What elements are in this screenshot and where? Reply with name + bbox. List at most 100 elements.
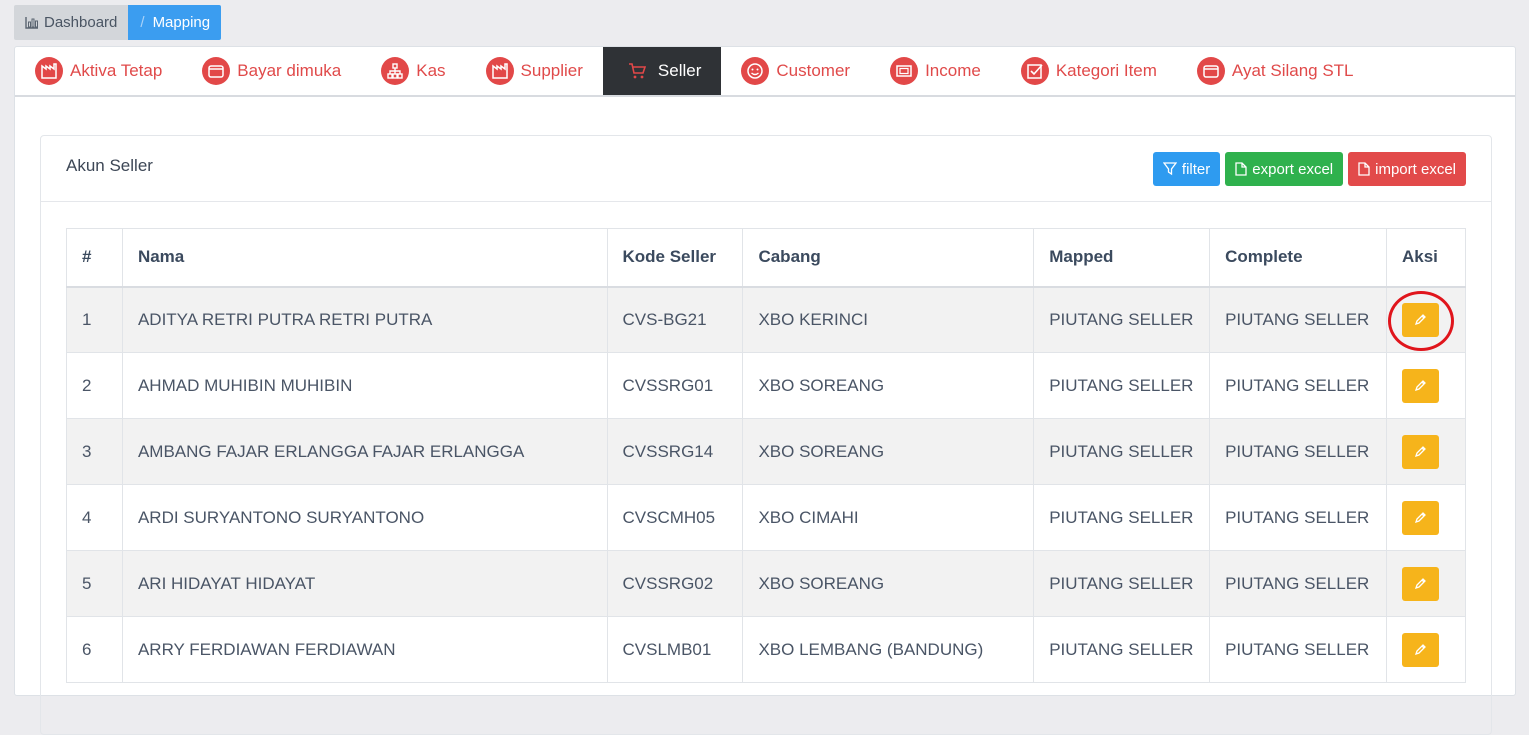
tab-kategori-item[interactable]: Kategori Item xyxy=(1001,47,1177,95)
mapping-panel: Aktiva Tetap Bayar dimuka Kas Supplier S… xyxy=(14,46,1516,735)
tab-income[interactable]: Income xyxy=(870,47,1001,95)
bar-chart-icon xyxy=(25,17,38,29)
cell-aksi xyxy=(1385,484,1467,551)
column-header-nama: Nama xyxy=(121,228,608,288)
cell-number: 3 xyxy=(66,418,123,485)
tab-kas[interactable]: Kas xyxy=(361,47,465,95)
edit-button[interactable] xyxy=(1401,434,1439,469)
pencil-icon xyxy=(1414,314,1426,326)
file-icon xyxy=(1358,162,1370,176)
pencil-icon xyxy=(1414,380,1426,392)
edit-button[interactable] xyxy=(1401,302,1439,337)
pencil-icon xyxy=(1414,512,1426,524)
cell-nama: ARRY FERDIAWAN FERDIAWAN xyxy=(121,616,608,683)
cell-kode-seller: CVSSRG02 xyxy=(606,550,744,617)
cell-complete: PIUTANG SELLER xyxy=(1209,616,1387,683)
breadcrumb-separator: / xyxy=(140,14,145,31)
cell-aksi xyxy=(1385,616,1467,683)
factory-icon xyxy=(35,57,63,85)
cell-mapped: PIUTANG SELLER xyxy=(1033,616,1211,683)
edit-button[interactable] xyxy=(1401,566,1439,601)
breadcrumb-dashboard[interactable]: Dashboard xyxy=(14,5,129,40)
cell-cabang: XBO KERINCI xyxy=(742,286,1035,353)
cell-mapped: PIUTANG SELLER xyxy=(1033,418,1211,485)
cell-nama: ADITYA RETRI PUTRA RETRI PUTRA xyxy=(121,286,608,353)
edit-button[interactable] xyxy=(1401,632,1439,667)
pencil-icon xyxy=(1414,446,1426,458)
edit-button[interactable] xyxy=(1401,368,1439,403)
cell-nama: AMBANG FAJAR ERLANGGA FAJAR ERLANGGA xyxy=(121,418,608,485)
tab-label: Supplier xyxy=(520,61,583,80)
filter-icon xyxy=(1162,162,1177,176)
table-row: 3 AMBANG FAJAR ERLANGGA FAJAR ERLANGGA C… xyxy=(66,418,1467,485)
action-buttons: filter export excel import excel xyxy=(1152,152,1466,186)
column-header-kode-seller: Kode Seller xyxy=(606,228,744,288)
tab-customer[interactable]: Customer xyxy=(721,47,870,95)
cell-number: 4 xyxy=(66,484,123,551)
cart-icon xyxy=(623,57,651,85)
cell-mapped: PIUTANG SELLER xyxy=(1033,286,1211,353)
tab-bayar-dimuka[interactable]: Bayar dimuka xyxy=(182,47,361,95)
tab-supplier[interactable]: Supplier xyxy=(466,47,603,95)
export-excel-button[interactable]: export excel xyxy=(1225,152,1344,186)
tab-seller[interactable]: Seller xyxy=(602,47,722,95)
column-header-number: # xyxy=(66,228,123,288)
cell-cabang: XBO LEMBANG (BANDUNG) xyxy=(742,616,1035,683)
card-header: Akun Seller filter export excel import e… xyxy=(41,136,1491,202)
cell-mapped: PIUTANG SELLER xyxy=(1033,550,1211,617)
card-title: Akun Seller xyxy=(66,156,153,175)
cell-kode-seller: CVSCMH05 xyxy=(606,484,744,551)
money-icon xyxy=(890,57,919,85)
tab-bar: Aktiva Tetap Bayar dimuka Kas Supplier S… xyxy=(15,47,1515,97)
cell-aksi xyxy=(1385,286,1467,353)
pencil-icon xyxy=(1414,578,1426,590)
edit-button[interactable] xyxy=(1401,500,1439,535)
import-excel-button[interactable]: import excel xyxy=(1348,152,1466,186)
tab-aktiva-tetap[interactable]: Aktiva Tetap xyxy=(15,47,182,95)
cell-complete: PIUTANG SELLER xyxy=(1209,418,1387,485)
table-row: 1 ADITYA RETRI PUTRA RETRI PUTRA CVS-BG2… xyxy=(66,286,1467,353)
breadcrumb-mapping-label: Mapping xyxy=(152,14,211,31)
cell-cabang: XBO CIMAHI xyxy=(742,484,1035,551)
tab-label: Income xyxy=(925,61,981,80)
filter-button-label: filter xyxy=(1181,160,1211,178)
sitemap-icon xyxy=(381,57,410,85)
cell-complete: PIUTANG SELLER xyxy=(1209,550,1387,617)
cell-kode-seller: CVS-BG21 xyxy=(606,286,744,353)
wallet-icon xyxy=(1196,57,1225,85)
table-row: 6 ARRY FERDIAWAN FERDIAWAN CVSLMB01 XBO … xyxy=(66,616,1467,683)
column-header-cabang: Cabang xyxy=(742,228,1035,288)
cell-mapped: PIUTANG SELLER xyxy=(1033,352,1211,419)
cell-nama: ARI HIDAYAT HIDAYAT xyxy=(121,550,608,617)
filter-button[interactable]: filter xyxy=(1152,152,1221,186)
cell-number: 2 xyxy=(66,352,123,419)
pencil-icon xyxy=(1414,644,1426,656)
cell-nama: AHMAD MUHIBIN MUHIBIN xyxy=(121,352,608,419)
export-button-label: export excel xyxy=(1252,160,1334,178)
cell-aksi xyxy=(1385,352,1467,419)
column-header-aksi: Aksi xyxy=(1385,228,1467,288)
cell-kode-seller: CVSSRG14 xyxy=(606,418,744,485)
cell-mapped: PIUTANG SELLER xyxy=(1033,484,1211,551)
cell-number: 5 xyxy=(66,550,123,617)
breadcrumb: Dashboard / Mapping xyxy=(14,5,222,40)
seller-table: # Nama Kode Seller Cabang Mapped Complet… xyxy=(66,228,1467,683)
wallet-icon xyxy=(202,57,231,85)
table-row: 2 AHMAD MUHIBIN MUHIBIN CVSSRG01 XBO SOR… xyxy=(66,352,1467,419)
tab-label: Seller xyxy=(657,61,702,80)
cell-complete: PIUTANG SELLER xyxy=(1209,352,1387,419)
cell-complete: PIUTANG SELLER xyxy=(1209,286,1387,353)
tab-label: Aktiva Tetap xyxy=(70,61,163,80)
file-icon xyxy=(1235,162,1247,176)
column-header-complete: Complete xyxy=(1209,228,1387,288)
smile-icon xyxy=(741,57,770,85)
column-header-mapped: Mapped xyxy=(1033,228,1211,288)
cell-cabang: XBO SOREANG xyxy=(742,418,1035,485)
table-header-row: # Nama Kode Seller Cabang Mapped Complet… xyxy=(66,228,1467,288)
tab-label: Kategori Item xyxy=(1055,61,1157,80)
tab-ayat-silang-stl[interactable]: Ayat Silang STL xyxy=(1177,47,1374,95)
cell-kode-seller: CVSSRG01 xyxy=(606,352,744,419)
cell-nama: ARDI SURYANTONO SURYANTONO xyxy=(121,484,608,551)
tab-label: Kas xyxy=(416,61,446,80)
checkbox-icon xyxy=(1020,57,1049,85)
